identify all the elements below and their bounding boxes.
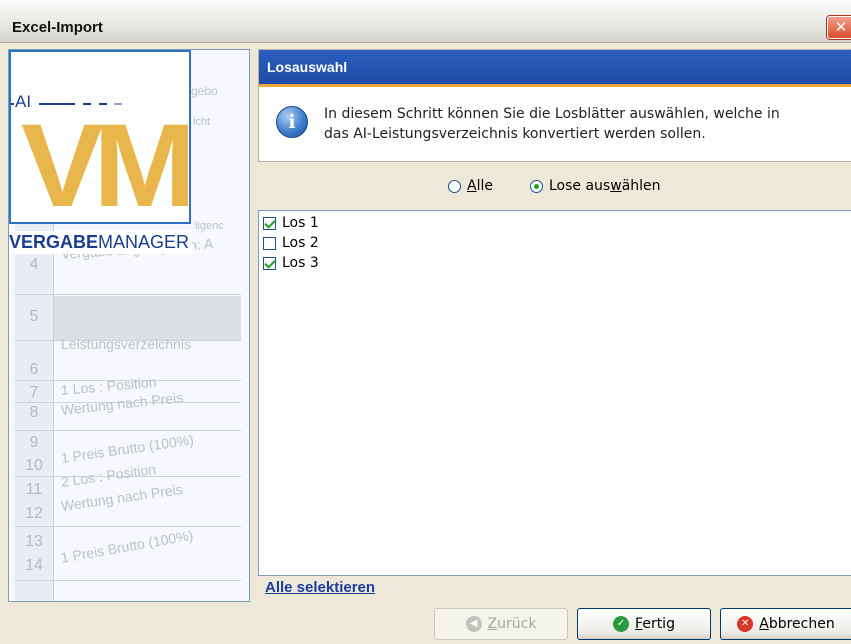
row-number: 12 — [25, 505, 43, 522]
finish-button-label: Fertig — [635, 616, 675, 632]
finish-button[interactable]: ✓ Fertig — [577, 608, 711, 640]
select-all-link[interactable]: Alle selektieren — [265, 579, 375, 596]
row-number: 4 — [29, 256, 39, 273]
checkmark-icon: ✓ — [613, 616, 630, 632]
list-item[interactable]: Los 2 — [263, 235, 319, 251]
step-title-bar: Losauswahl — [259, 50, 851, 87]
radio-select-lots-label: Lose auswählen — [549, 178, 661, 194]
logo-wordmark-regular: MANAGER — [98, 232, 190, 252]
sheet-cell: Leistungsverzeichnis — [61, 336, 191, 352]
wizard-side-image: 4 5 6 7 8 9 10 11 12 13 14 gebo icht lig… — [8, 49, 250, 602]
radio-select-lots[interactable]: Lose auswählen — [530, 178, 661, 194]
sheet-cell: icht — [193, 116, 211, 128]
lot-checkbox[interactable] — [263, 216, 276, 230]
cancel-x-icon: ✕ — [737, 616, 754, 632]
vergabemanager-logo: AI VM — [9, 50, 196, 232]
logo-wordmark: VERGABEMANAGER — [9, 231, 193, 254]
sheet-highlight-row — [54, 296, 241, 340]
lot-checkbox[interactable] — [263, 256, 276, 270]
title-bar: Excel-Import ✕ — [0, 0, 851, 43]
info-icon: i — [276, 106, 308, 138]
row-number: 6 — [29, 361, 39, 378]
lot-list[interactable]: Los 1 Los 2 Los 3 — [258, 210, 851, 576]
step-header: Losauswahl i In diesem Schritt können Si… — [258, 49, 851, 162]
radio-select-lots-circle[interactable] — [530, 179, 543, 193]
grid-line — [15, 294, 241, 295]
sheet-cell: gebo — [191, 84, 218, 98]
grid-line — [15, 580, 241, 581]
back-arrow-icon: ◀ — [465, 616, 482, 632]
sheet-cell: ligenc — [195, 220, 224, 232]
row-number: 14 — [25, 557, 43, 574]
window-title: Excel-Import — [12, 19, 103, 36]
logo-line — [11, 103, 14, 105]
back-button[interactable]: ◀ Zurück — [434, 608, 568, 640]
lot-label: Los 2 — [282, 235, 319, 251]
row-number: 9 — [29, 434, 39, 451]
step-description: In diesem Schritt können Sie die Losblät… — [324, 104, 844, 144]
logo-monogram: VM — [21, 100, 196, 232]
close-icon[interactable]: ✕ — [827, 16, 851, 39]
radio-all-label: Alle — [467, 178, 493, 194]
grid-line — [15, 430, 241, 431]
list-item[interactable]: Los 3 — [263, 255, 319, 271]
row-number: 11 — [25, 481, 43, 498]
lot-checkbox[interactable] — [263, 236, 276, 250]
row-number: 10 — [25, 457, 43, 474]
sheet-cell: 1 Preis Brutto (100%) — [59, 431, 195, 466]
row-number: 8 — [29, 404, 39, 421]
row-number: 13 — [25, 533, 43, 550]
radio-all[interactable]: Alle — [448, 178, 493, 194]
lot-label: Los 3 — [282, 255, 319, 271]
radio-all-circle[interactable] — [448, 179, 461, 193]
cancel-button-label: Abbrechen — [759, 616, 835, 632]
list-item[interactable]: Los 1 — [263, 215, 319, 231]
grid-line — [15, 526, 241, 527]
back-button-label: Zurück — [487, 616, 537, 632]
lot-label: Los 1 — [282, 215, 319, 231]
row-number: 7 — [29, 384, 39, 401]
step-description-line: In diesem Schritt können Sie die Losblät… — [324, 106, 780, 122]
row-number: 5 — [29, 308, 39, 325]
logo-wordmark-bold: VERGABE — [9, 232, 99, 252]
step-description-line: das AI-Leistungsverzeichnis konvertiert … — [324, 126, 706, 142]
step-title: Losauswahl — [267, 59, 348, 75]
cancel-button[interactable]: ✕ Abbrechen — [720, 608, 851, 640]
sheet-cell: 1 Preis Brutto (100%) — [59, 526, 195, 566]
